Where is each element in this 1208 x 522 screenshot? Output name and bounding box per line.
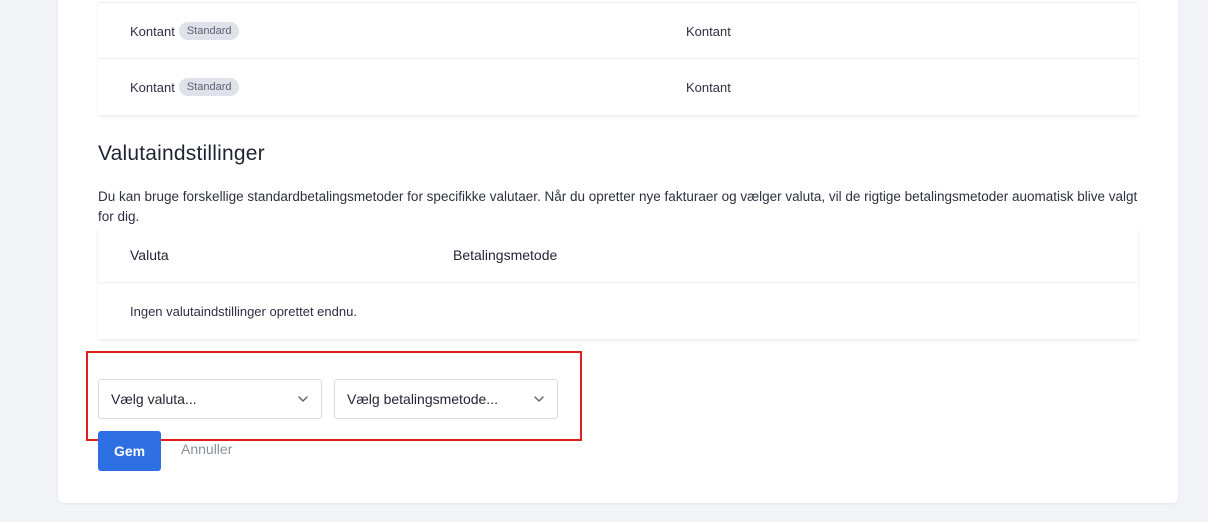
empty-state-text: Ingen valutaindstillinger oprettet endnu…	[130, 304, 357, 319]
default-badge: Standard	[178, 78, 240, 96]
settings-card: Kontant Standard Kontant Kontant Standar…	[58, 0, 1178, 503]
payment-method-name: Kontant	[130, 79, 175, 95]
chevron-down-icon	[534, 396, 544, 402]
currency-settings-table: Valuta Betalingsmetode Ingen valutaindst…	[98, 228, 1138, 339]
payment-method-type: Kontant	[686, 79, 731, 95]
table-row[interactable]: Kontant Standard Kontant	[98, 58, 1138, 114]
column-header-currency: Valuta	[130, 247, 169, 263]
payment-method-name: Kontant	[130, 23, 175, 39]
payment-methods-table: Kontant Standard Kontant Kontant Standar…	[98, 0, 1138, 115]
currency-select[interactable]: Vælg valuta...	[98, 379, 322, 419]
cancel-button[interactable]: Annuller	[181, 441, 232, 457]
payment-method-type: Kontant	[686, 23, 731, 39]
table-row[interactable]: Kontant Standard Kontant	[98, 2, 1138, 58]
table-header: Valuta Betalingsmetode	[98, 228, 1138, 282]
payment-method-select-value: Vælg betalingsmetode...	[347, 391, 498, 407]
default-badge: Standard	[178, 22, 240, 40]
column-header-payment-method: Betalingsmetode	[453, 247, 558, 263]
save-button[interactable]: Gem	[98, 431, 161, 471]
chevron-down-icon	[298, 396, 308, 402]
currency-select-value: Vælg valuta...	[111, 391, 197, 407]
section-description: Du kan bruge forskellige standardbetalin…	[98, 189, 1138, 224]
section-title: Valutaindstillinger	[98, 142, 265, 165]
payment-method-select[interactable]: Vælg betalingsmetode...	[334, 379, 558, 419]
